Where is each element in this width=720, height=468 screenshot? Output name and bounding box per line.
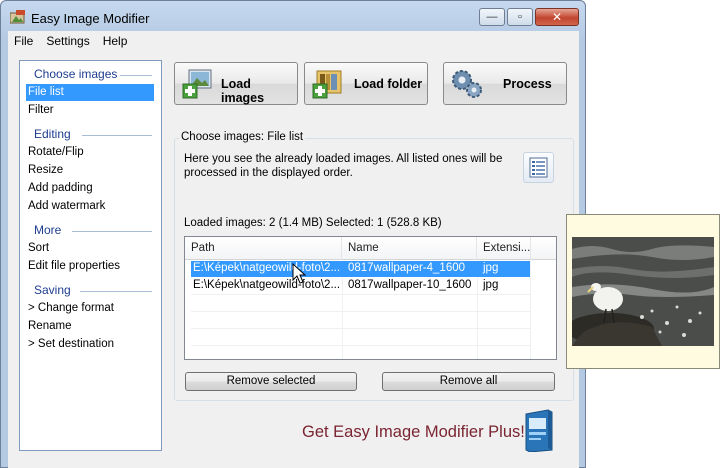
app-window: Easy Image Modifier — ▫ ✕ File Settings …	[0, 0, 586, 468]
list-view-icon	[529, 157, 548, 178]
cell-extension: jpg	[483, 279, 499, 291]
remove-all-button[interactable]: Remove all	[382, 372, 555, 391]
file-list-table[interactable]: Path Name Extensi... E:\Képek\natgeowild…	[184, 236, 557, 360]
load-folder-button[interactable]: Load folder	[304, 62, 428, 105]
sidebar: Choose images File list Filter Editing R…	[19, 60, 162, 451]
cell-name: 0817wallpaper-10_1600	[348, 279, 472, 291]
table-row[interactable]: E:\Képek\natgeowild-foto\2... 0817wallpa…	[191, 278, 530, 294]
sidebar-item-add-watermark[interactable]: Add watermark	[26, 198, 154, 215]
sidebar-item-file-list[interactable]: File list	[26, 84, 154, 101]
menu-bar: File Settings Help	[8, 31, 579, 51]
gears-icon	[452, 70, 482, 98]
sidebar-item-edit-file-properties[interactable]: Edit file properties	[26, 258, 154, 275]
remove-selected-button[interactable]: Remove selected	[185, 372, 357, 391]
row-divider	[191, 328, 530, 329]
cell-name: 0817wallpaper-4_1600	[348, 262, 466, 274]
maximize-icon: ▫	[518, 11, 522, 23]
minimize-icon: —	[486, 11, 498, 23]
table-header: Path Name Extensi...	[185, 237, 556, 260]
process-label: Process	[503, 77, 552, 91]
load-images-button[interactable]: Load images	[174, 62, 298, 105]
column-header-name[interactable]: Name	[342, 237, 477, 260]
group-title: Choose images: File list	[179, 131, 306, 143]
load-images-icon	[182, 69, 212, 99]
row-divider	[191, 294, 530, 295]
divider	[82, 135, 152, 136]
cell-extension: jpg	[483, 262, 499, 274]
sidebar-item-rename[interactable]: Rename	[26, 318, 154, 335]
client-area: File Settings Help Choose images File li…	[8, 31, 579, 468]
sidebar-heading-label: Saving	[34, 283, 71, 297]
sidebar-heading-label: Choose images	[34, 67, 118, 81]
load-images-label: Load images	[221, 77, 265, 105]
column-header-extension[interactable]: Extensi...	[477, 237, 531, 260]
minimize-button[interactable]: —	[479, 8, 505, 26]
maximize-button[interactable]: ▫	[507, 8, 533, 26]
menu-file[interactable]: File	[8, 31, 40, 51]
sidebar-heading-more: More	[20, 221, 161, 239]
row-divider	[191, 345, 530, 346]
sidebar-heading-label: Editing	[34, 127, 71, 141]
divider	[80, 291, 152, 292]
sidebar-item-set-destination[interactable]: > Set destination	[26, 336, 154, 353]
mouse-cursor-icon	[292, 263, 307, 284]
title-bar[interactable]: Easy Image Modifier — ▫ ✕	[1, 1, 585, 31]
sidebar-item-resize[interactable]: Resize	[26, 162, 154, 179]
product-box-icon[interactable]	[522, 408, 554, 452]
cell-path: E:\Képek\natgeowild-foto\2...	[193, 279, 341, 291]
preview-thumbnail	[572, 237, 714, 346]
sidebar-heading-saving: Saving	[20, 281, 161, 299]
sidebar-item-change-format[interactable]: > Change format	[26, 300, 154, 317]
process-button[interactable]: Process	[443, 62, 567, 105]
app-icon	[10, 10, 25, 24]
sidebar-item-sort[interactable]: Sort	[26, 240, 154, 257]
load-folder-icon	[312, 70, 342, 99]
row-divider	[191, 311, 530, 312]
menu-settings[interactable]: Settings	[40, 31, 96, 51]
close-icon: ✕	[551, 10, 563, 24]
column-divider	[530, 260, 531, 359]
sidebar-item-rotate-flip[interactable]: Rotate/Flip	[26, 144, 154, 161]
sidebar-item-add-padding[interactable]: Add padding	[26, 180, 154, 197]
table-row[interactable]: E:\Képek\natgeowild-foto\2... 0817wallpa…	[191, 261, 530, 277]
sidebar-heading-choose-images: Choose images	[20, 65, 161, 83]
list-view-button[interactable]	[523, 152, 554, 183]
image-preview-popup	[566, 214, 720, 369]
menu-help[interactable]: Help	[97, 31, 135, 51]
divider	[72, 231, 152, 232]
loaded-stats: Loaded images: 2 (1.4 MB) Selected: 1 (5…	[184, 217, 442, 229]
promo-link[interactable]: Get Easy Image Modifier Plus!	[302, 423, 525, 442]
sidebar-heading-label: More	[34, 223, 62, 237]
divider	[120, 75, 152, 76]
sidebar-heading-editing: Editing	[20, 125, 161, 143]
description-text: Here you see the already loaded images. …	[184, 153, 503, 179]
cell-path: E:\Képek\natgeowild-foto\2...	[193, 262, 341, 274]
load-folder-label: Load folder	[354, 77, 423, 91]
window-title: Easy Image Modifier	[31, 11, 150, 26]
column-header-filler	[531, 237, 556, 260]
sidebar-item-filter[interactable]: Filter	[26, 102, 154, 119]
column-header-path[interactable]: Path	[185, 237, 342, 260]
close-button[interactable]: ✕	[535, 8, 579, 26]
